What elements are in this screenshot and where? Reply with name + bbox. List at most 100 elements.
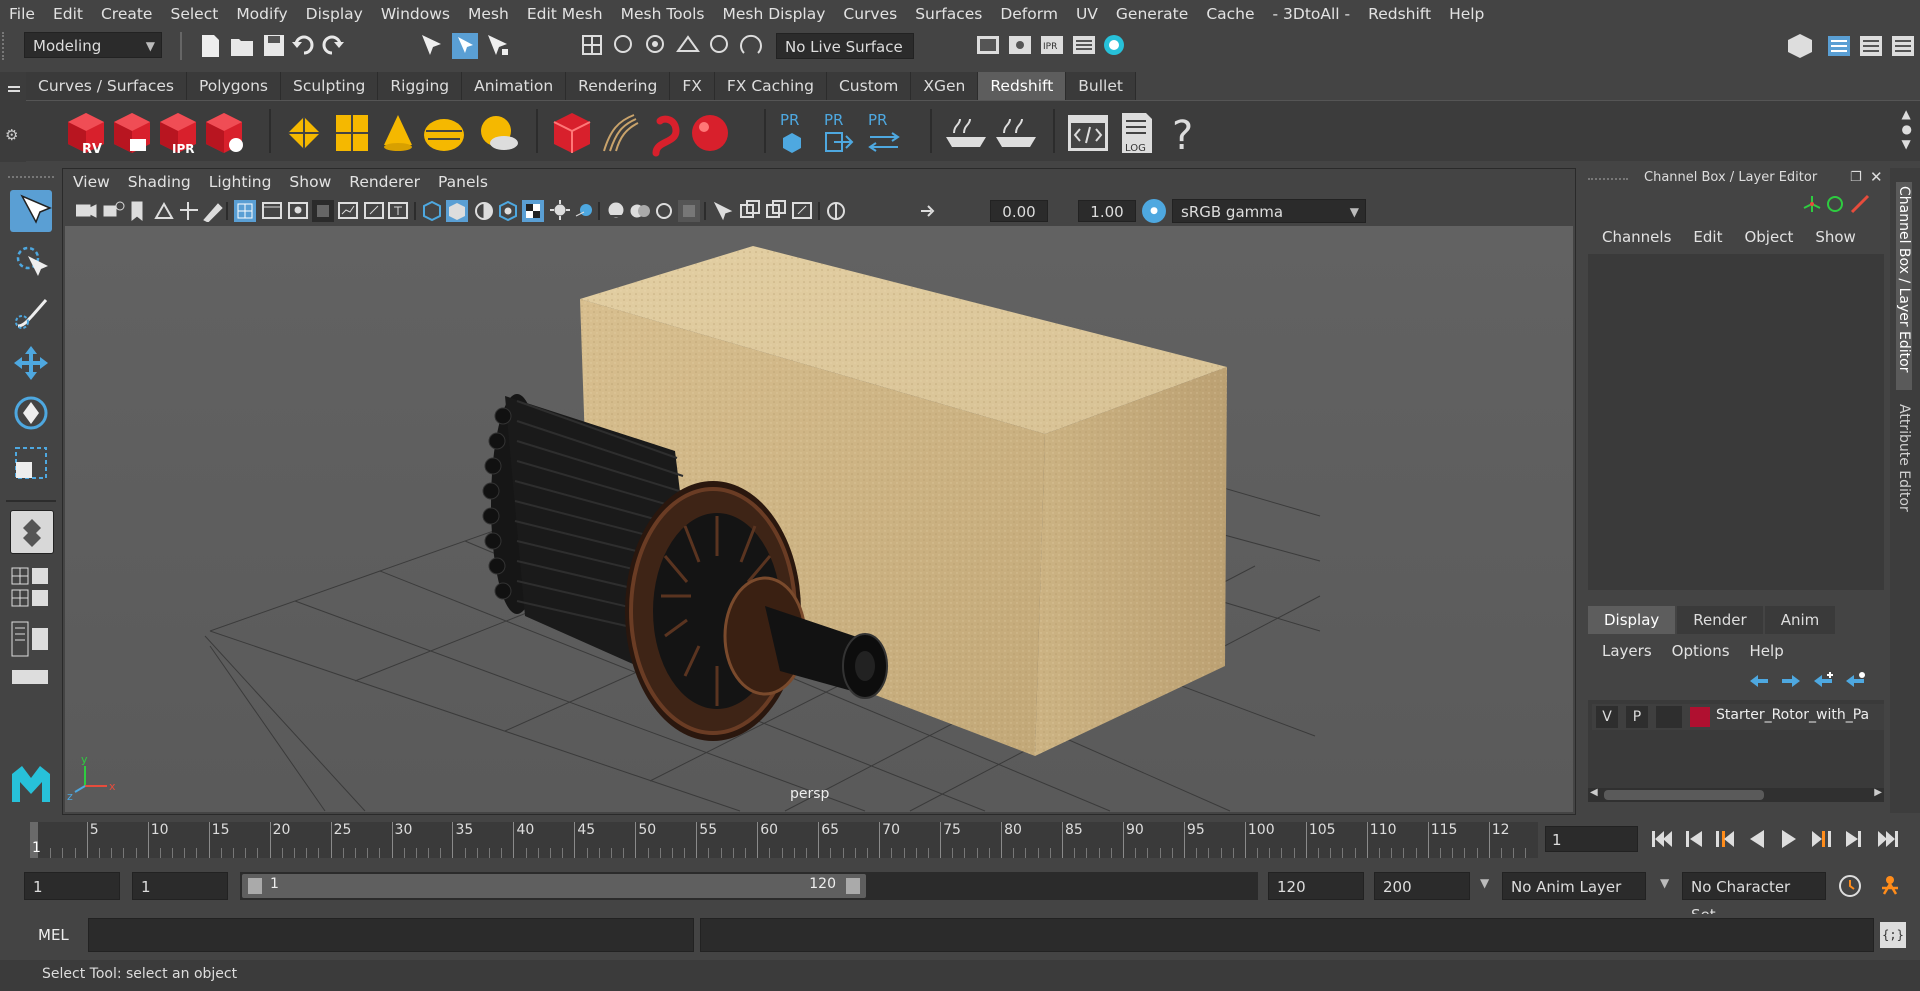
grid-toggle-icon[interactable] <box>234 200 256 222</box>
character-set-dropdown[interactable]: No Character Set <box>1682 872 1826 924</box>
current-frame-field[interactable]: 1 <box>1545 826 1638 852</box>
float-icon[interactable]: ❐ <box>1850 170 1862 185</box>
viewport-menu-panels[interactable]: Panels <box>429 173 497 191</box>
field-chart-icon[interactable] <box>338 202 358 219</box>
range-start-grip[interactable] <box>248 878 262 894</box>
sphere-icon[interactable] <box>692 115 728 151</box>
chevron-down-icon[interactable]: ▼ <box>1480 876 1489 890</box>
command-input[interactable] <box>88 918 694 952</box>
shelf-settings-icon[interactable]: ⚙ <box>5 128 19 143</box>
render-settings-icon[interactable] <box>1073 36 1095 54</box>
menu-surfaces[interactable]: Surfaces <box>906 5 991 23</box>
bake-set-icon[interactable] <box>996 118 1036 147</box>
redshift-batch-icon[interactable] <box>114 113 150 153</box>
modeling-toolkit-icon[interactable] <box>1788 34 1812 58</box>
menu-select[interactable]: Select <box>161 5 227 23</box>
mode-dropdown[interactable]: Modeling ▼ <box>24 32 162 58</box>
go-to-start-icon[interactable] <box>1652 831 1672 847</box>
channel-menu-edit[interactable]: Edit <box>1689 228 1732 246</box>
shelf-tab-polygons[interactable]: Polygons <box>187 72 281 100</box>
end-time-field[interactable]: 200 <box>1374 872 1470 900</box>
snap-view-icon[interactable] <box>710 35 728 53</box>
step-forward-frame-icon[interactable] <box>1846 831 1861 847</box>
menu-create[interactable]: Create <box>92 5 162 23</box>
colorspace-dropdown[interactable]: sRGB gamma ▼ <box>1172 199 1366 223</box>
redshift-ipr-icon[interactable]: IPR <box>160 113 196 156</box>
film-gate-icon[interactable] <box>262 202 282 219</box>
dome-light-icon[interactable] <box>424 119 464 151</box>
auto-key-icon[interactable] <box>1839 875 1861 897</box>
channel-menu-channels[interactable]: Channels <box>1598 228 1681 246</box>
four-pane-layout-icon[interactable] <box>11 567 48 585</box>
help-icon[interactable]: ? <box>1172 113 1193 159</box>
redo-icon[interactable] <box>322 35 344 55</box>
default-material-icon[interactable] <box>475 202 493 220</box>
resolution-gate-icon[interactable] <box>288 202 308 219</box>
log-icon[interactable]: LOG <box>1122 113 1152 154</box>
bookmark-icon[interactable] <box>131 201 143 222</box>
speed-icon[interactable] <box>1827 196 1843 212</box>
channel-menu-object[interactable]: Object <box>1740 228 1803 246</box>
new-layer-icon[interactable] <box>1814 672 1833 687</box>
script-editor-icon[interactable]: {;} <box>1880 922 1906 948</box>
play-backwards-icon[interactable] <box>1750 830 1764 848</box>
hypershade-icon[interactable] <box>1104 35 1124 55</box>
playback-start-field[interactable]: 1 <box>132 872 228 900</box>
shelf-tab-xgen[interactable]: XGen <box>911 72 979 100</box>
menu-curves[interactable]: Curves <box>834 5 906 23</box>
scroll-right-icon[interactable]: ▶ <box>1874 787 1882 798</box>
isolate-icon[interactable] <box>678 200 700 222</box>
redshift-settings-icon[interactable] <box>206 113 243 153</box>
rotate-tool-icon[interactable] <box>10 392 52 434</box>
animation-prefs-icon[interactable] <box>1882 876 1898 895</box>
menu-mesh-display[interactable]: Mesh Display <box>714 5 835 23</box>
gamma-field[interactable]: 1.00 <box>1078 200 1136 222</box>
gate-mask-icon[interactable] <box>312 200 334 222</box>
viewport-menu-shading[interactable]: Shading <box>119 173 200 191</box>
lasso-tool-icon[interactable] <box>10 242 52 284</box>
layer-menu-layers[interactable]: Layers <box>1602 642 1662 660</box>
frame-all-icon[interactable] <box>740 200 760 218</box>
exposure-icon[interactable] <box>827 202 845 220</box>
physical-light-icon[interactable] <box>384 115 412 151</box>
pr-export-icon[interactable]: PR <box>824 111 854 152</box>
move-layer-down-icon[interactable] <box>1782 675 1800 687</box>
portal-light-icon[interactable] <box>336 115 368 151</box>
grease-pencil-icon[interactable] <box>203 203 223 222</box>
exposure-field[interactable]: 0.00 <box>990 200 1048 222</box>
menu-mesh[interactable]: Mesh <box>459 5 518 23</box>
camera-icon[interactable] <box>76 204 97 218</box>
new-scene-icon[interactable] <box>202 35 219 57</box>
menu-generate[interactable]: Generate <box>1107 5 1197 23</box>
safe-action-icon[interactable] <box>364 202 384 219</box>
snap-surface-icon[interactable] <box>676 35 700 52</box>
step-forward-key-icon[interactable] <box>1812 831 1831 847</box>
channel-list[interactable] <box>1588 254 1884 590</box>
safe-title-icon[interactable] <box>388 202 408 219</box>
channel-menu-show[interactable]: Show <box>1811 228 1865 246</box>
select-component-icon[interactable] <box>488 35 508 55</box>
shelf-tab-curves-surfaces[interactable]: Curves / Surfaces <box>26 72 188 100</box>
graph-layout-icon[interactable] <box>12 670 48 684</box>
menu-edit[interactable]: Edit <box>44 5 92 23</box>
layer-name[interactable]: Starter_Rotor_with_Pa <box>1716 707 1869 723</box>
new-layer-selected-icon[interactable] <box>1846 672 1865 687</box>
menu-cache[interactable]: Cache <box>1197 5 1263 23</box>
area-light-icon[interactable] <box>288 117 320 149</box>
snap-point-icon[interactable] <box>646 35 664 53</box>
shelf-tab-rigging[interactable]: Rigging <box>378 72 463 100</box>
layer-row[interactable]: V P Starter_Rotor_with_Pa <box>1592 704 1884 730</box>
layer-color-swatch[interactable] <box>1690 707 1710 727</box>
render-ipr-icon[interactable] <box>1009 36 1031 54</box>
snap-grid-icon[interactable] <box>582 35 602 55</box>
shelf-scroll[interactable]: ▲ ● ▼ <box>1902 107 1912 152</box>
save-scene-icon[interactable] <box>264 35 284 56</box>
layer-tab-anim[interactable]: Anim <box>1764 606 1836 634</box>
layer-tab-render[interactable]: Render <box>1677 606 1763 634</box>
tool-settings-icon[interactable] <box>1860 36 1882 56</box>
open-scene-icon[interactable] <box>231 39 253 56</box>
menu-deform[interactable]: Deform <box>991 5 1067 23</box>
range-end-grip[interactable] <box>846 878 860 894</box>
layout-single-pane-icon[interactable] <box>10 510 54 554</box>
frame-selected-icon[interactable] <box>766 200 786 218</box>
